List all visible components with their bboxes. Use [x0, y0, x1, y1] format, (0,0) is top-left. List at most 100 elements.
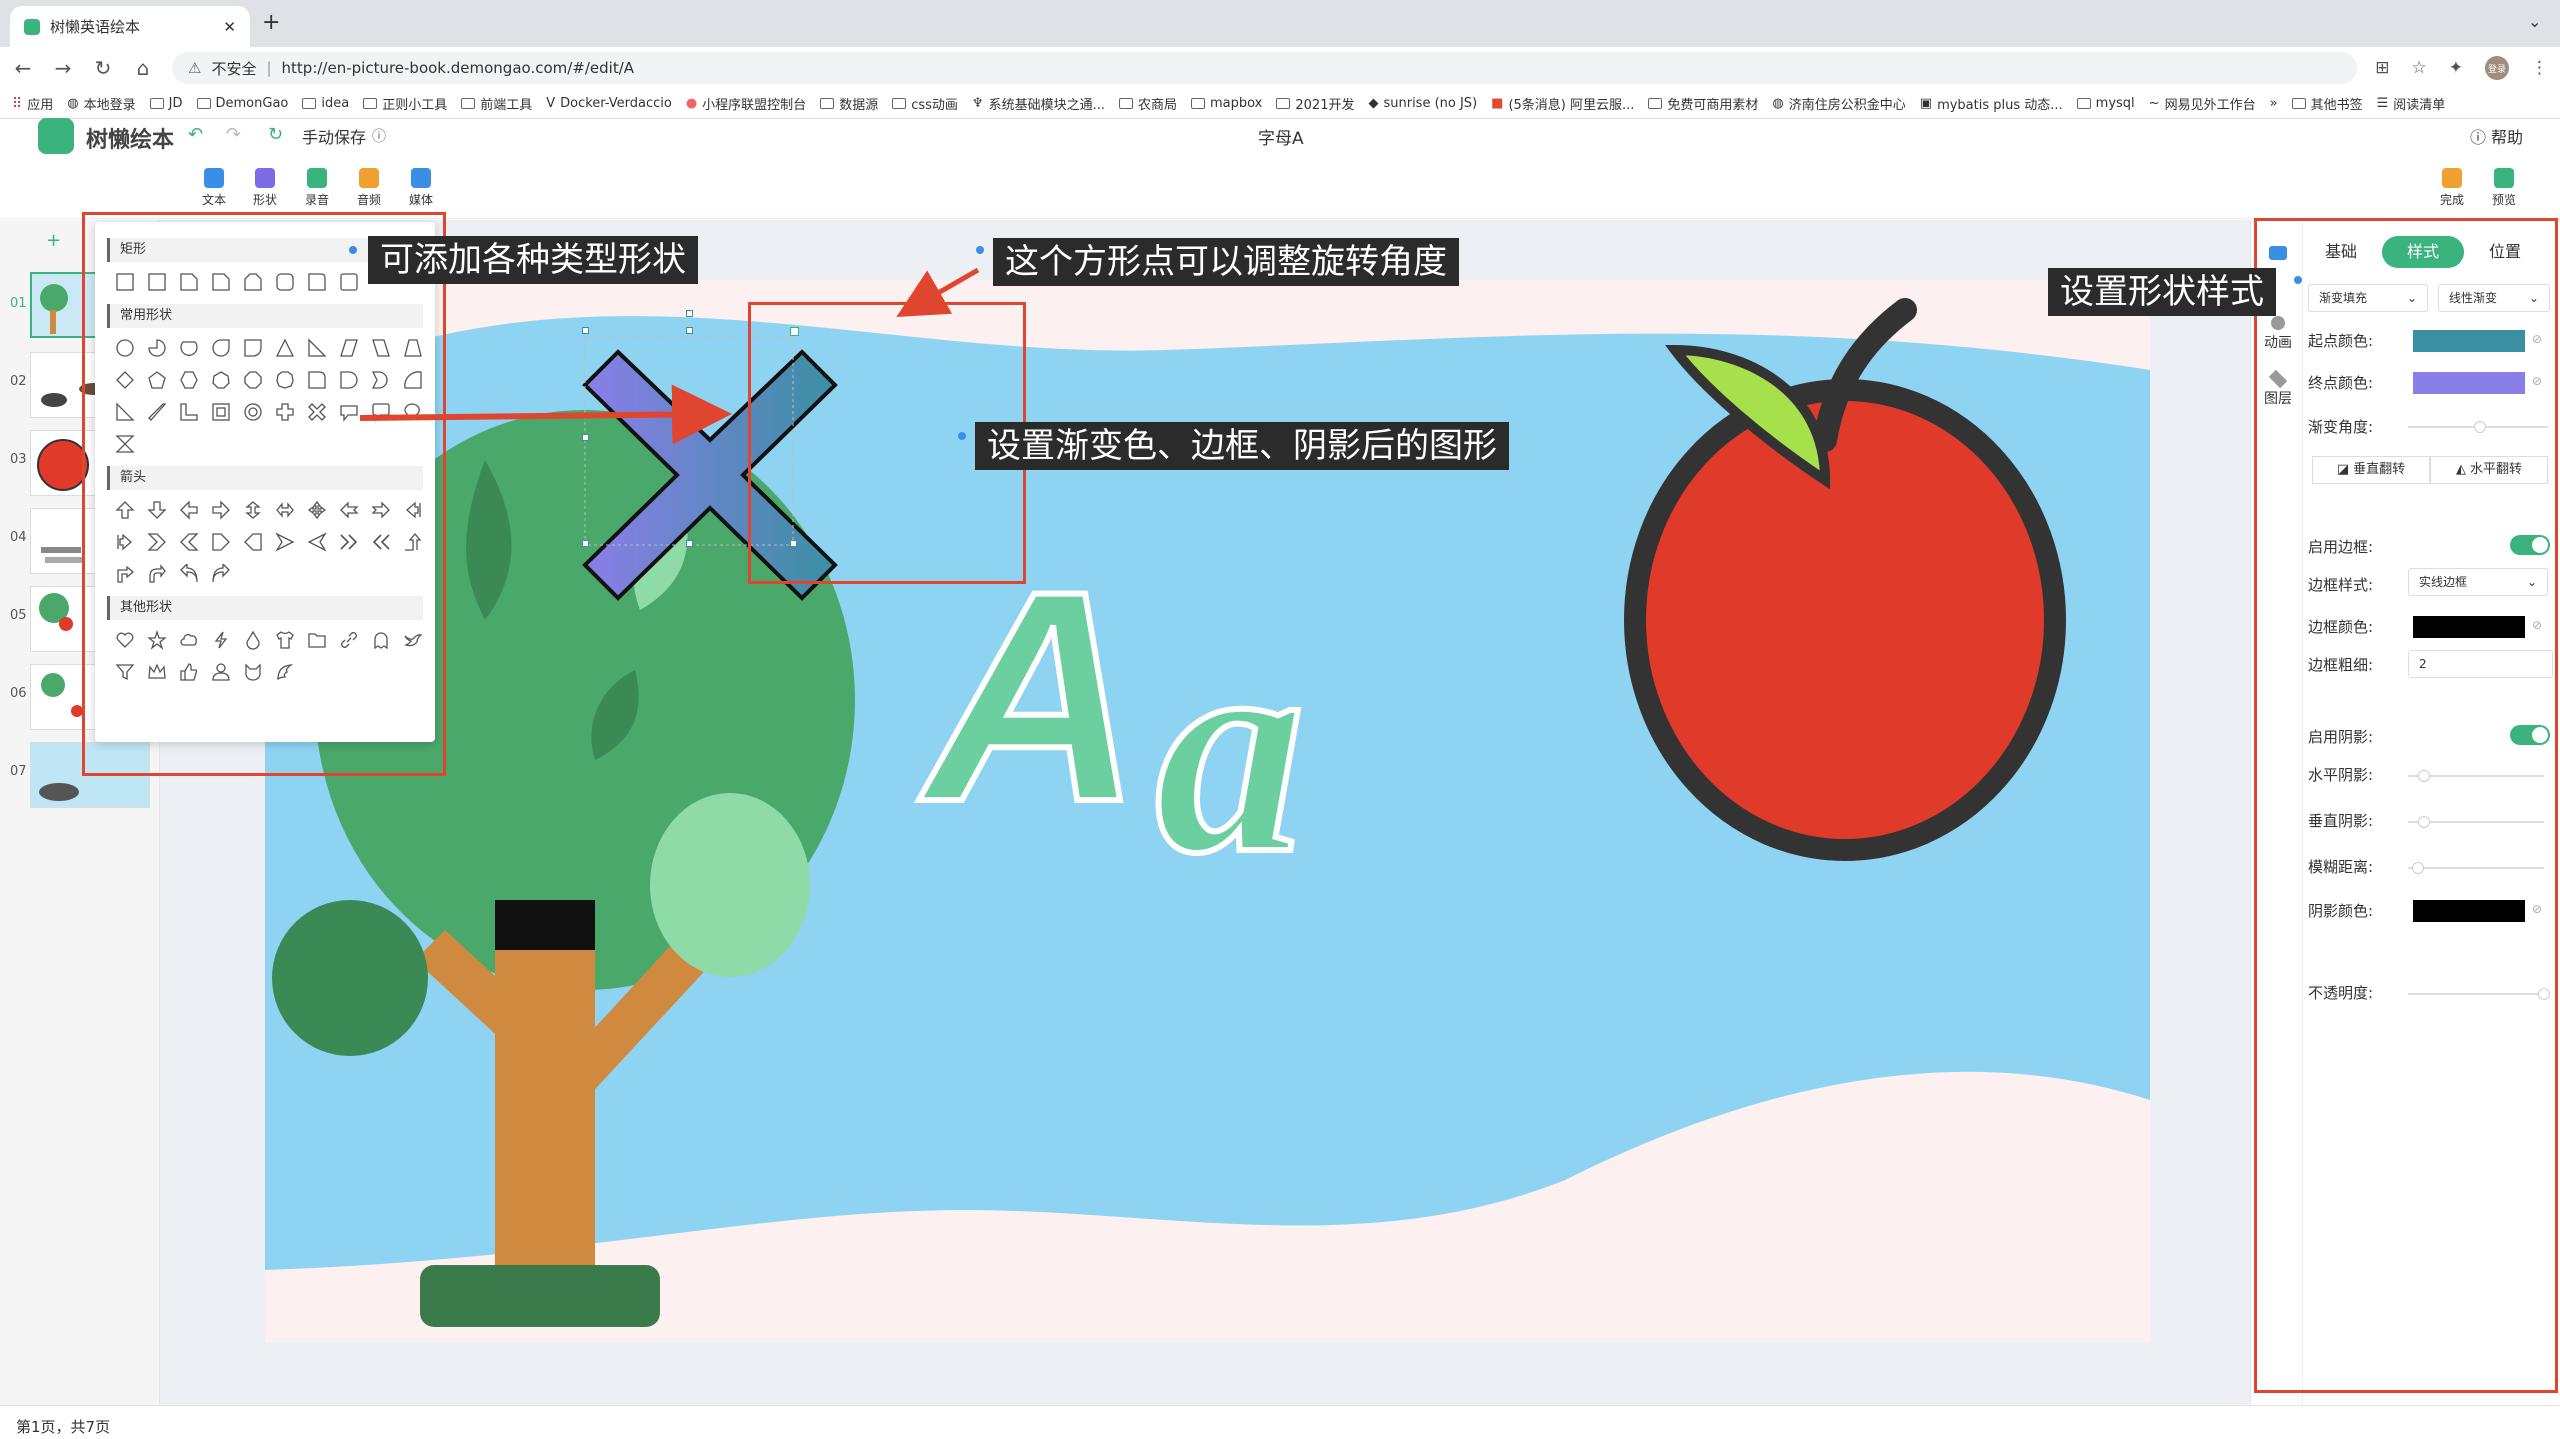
bookmark-item[interactable]: 前端工具 [461, 94, 532, 113]
small-crown [272, 900, 428, 1056]
bookmark-item[interactable]: 数据源 [820, 94, 878, 113]
bookmark-item[interactable]: ☰ 阅读清单 [2377, 94, 2446, 113]
new-tab-icon[interactable]: + [262, 10, 280, 35]
back-icon[interactable]: ← [12, 56, 34, 80]
preview-button[interactable]: 预览 [2484, 168, 2524, 208]
home-icon[interactable]: ⌂ [132, 56, 154, 80]
tool-record[interactable]: 录音 [297, 168, 337, 208]
menu-icon[interactable]: ⋮ [2531, 58, 2548, 78]
preview-icon [2494, 168, 2514, 188]
status-bar: 第1页，共7页 [0, 1405, 2560, 1439]
site-icon: ● [685, 96, 698, 111]
bookmark-item[interactable]: 正则小工具 [363, 94, 447, 113]
help-circle-icon: ⓘ [372, 129, 387, 145]
folder-icon [1118, 98, 1133, 109]
bookmark-item[interactable]: ⠿ 应用 [12, 94, 53, 114]
resize-handle[interactable] [582, 540, 589, 547]
bookmark-item[interactable]: mysql [2076, 96, 2135, 111]
bookmark-item[interactable]: css动画 [892, 94, 958, 113]
tool-text[interactable]: 文本 [194, 168, 234, 208]
star-icon[interactable]: ☆ [2412, 58, 2427, 78]
bookmark-item[interactable]: 农商局 [1118, 94, 1177, 113]
question-icon: ⓘ [2470, 128, 2487, 147]
page-number: 06 [10, 686, 27, 701]
help-button[interactable]: ⓘ 帮助 [2470, 124, 2523, 148]
bookmark-item[interactable]: ▣ mybatis plus 动态... [1920, 94, 2063, 113]
qr-icon[interactable]: ⊞ [2375, 58, 2389, 78]
done-button[interactable]: 完成 [2432, 168, 2472, 208]
site-icon: ♆ [971, 96, 984, 111]
tool-audio[interactable]: 音频 [349, 168, 389, 208]
folder-icon [302, 98, 317, 109]
warning-icon: ⚠ [188, 59, 202, 77]
bookmark-item[interactable]: ● 小程序联盟控制台 [686, 94, 806, 113]
media-icon [411, 168, 431, 188]
browser-tab[interactable]: 树懒英语绘本 ✕ [10, 6, 250, 47]
callout-shapes: 可添加各种类型形状 [368, 236, 698, 284]
small-crown [650, 793, 810, 977]
bookmark-item[interactable]: V Docker-Verdaccio [546, 96, 672, 111]
forward-icon[interactable]: → [52, 56, 74, 80]
folder-icon [461, 98, 476, 109]
bookmark-item[interactable]: ■ (5条消息) 阿里云服... [1491, 94, 1634, 113]
close-tab-icon[interactable]: ✕ [223, 18, 236, 36]
folder-icon [1276, 98, 1291, 109]
extensions-icon[interactable]: ✦ [2449, 58, 2463, 78]
redo-icon[interactable]: ↷ [226, 124, 241, 145]
url-field[interactable]: ⚠ 不安全 | http://en-picture-book.demongao.… [172, 52, 2358, 84]
callout-result: 设置渐变色、边框、阴影后的图形 [975, 422, 1509, 470]
bookmark-item[interactable]: ◍ 济南住房公积金中心 [1772, 94, 1905, 113]
add-page-button[interactable]: + [46, 230, 61, 251]
bookmark-item[interactable]: 2021开发 [1276, 94, 1354, 113]
browser-tab-bar: 树懒英语绘本 ✕ + ⌄ [0, 0, 2560, 47]
bookmark-item[interactable]: DemonGao [196, 96, 288, 111]
tool-media[interactable]: 媒体 [401, 168, 441, 208]
resize-handle[interactable] [686, 540, 693, 547]
v-icon: V [546, 96, 556, 111]
save-mode[interactable]: 手动保存 ⓘ [302, 124, 386, 148]
resize-handle[interactable] [582, 434, 589, 441]
resize-handle[interactable] [686, 310, 693, 317]
bookmark-item[interactable]: ◆ sunrise (no JS) [1368, 96, 1477, 111]
folder-icon [2291, 98, 2306, 109]
page-number: 05 [10, 608, 27, 623]
apple-body [1624, 379, 2066, 861]
bookmark-item[interactable]: ◍ 本地登录 [67, 94, 135, 113]
bookmark-item[interactable]: 其他书签 [2291, 94, 2363, 113]
shape-icon [255, 168, 275, 188]
reading-list-icon: ☰ [2376, 96, 2389, 111]
folder-icon [363, 98, 378, 109]
tab-title: 树懒英语绘本 [50, 18, 141, 36]
bookmark-item[interactable]: ♆ 系统基础模块之通... [972, 94, 1105, 113]
callout-rotate: 这个方形点可以调整旋转角度 [993, 238, 1459, 286]
globe-icon: ◍ [1772, 96, 1784, 111]
microphone-icon [307, 168, 327, 188]
page-number: 02 [10, 374, 27, 389]
bookmark-item[interactable]: mapbox [1190, 96, 1262, 111]
resize-handle[interactable] [582, 327, 589, 334]
bookmark-item[interactable]: JD [149, 96, 183, 111]
avatar[interactable]: 登录 [2485, 56, 2509, 80]
tool-shape[interactable]: 形状 [245, 168, 285, 208]
letter-a-lower: a [1155, 583, 1305, 915]
resize-handle[interactable] [686, 327, 693, 334]
bookmark-item[interactable]: idea [302, 96, 349, 111]
undo-icon[interactable]: ↶ [188, 124, 203, 145]
address-bar-row: ← → ↻ ⌂ ⚠ 不安全 | http://en-picture-book.d… [0, 47, 2560, 89]
refresh-icon[interactable]: ↻ [268, 124, 283, 145]
url-text: http://en-picture-book.demongao.com/#/ed… [281, 59, 635, 77]
trunk-band [495, 900, 595, 950]
annotation-box-panel [2254, 218, 2558, 1393]
page-number: 01 [10, 296, 27, 311]
folder-icon [2076, 98, 2091, 109]
bookmark-item[interactable]: 免费可商用素材 [1648, 94, 1758, 113]
reload-icon[interactable]: ↻ [92, 56, 114, 80]
site-icon: ~ [2148, 96, 2160, 111]
anchor-dot [958, 432, 966, 440]
bookmarks-more[interactable]: » [2270, 96, 2278, 111]
annotation-box-shapes [82, 212, 446, 776]
bookmark-item[interactable]: ~ 网易见外工作台 [2149, 94, 2256, 113]
tab-menu-icon[interactable]: ⌄ [2528, 12, 2541, 31]
callout-style: 设置形状样式 [2048, 268, 2276, 316]
page-number: 03 [10, 452, 27, 467]
